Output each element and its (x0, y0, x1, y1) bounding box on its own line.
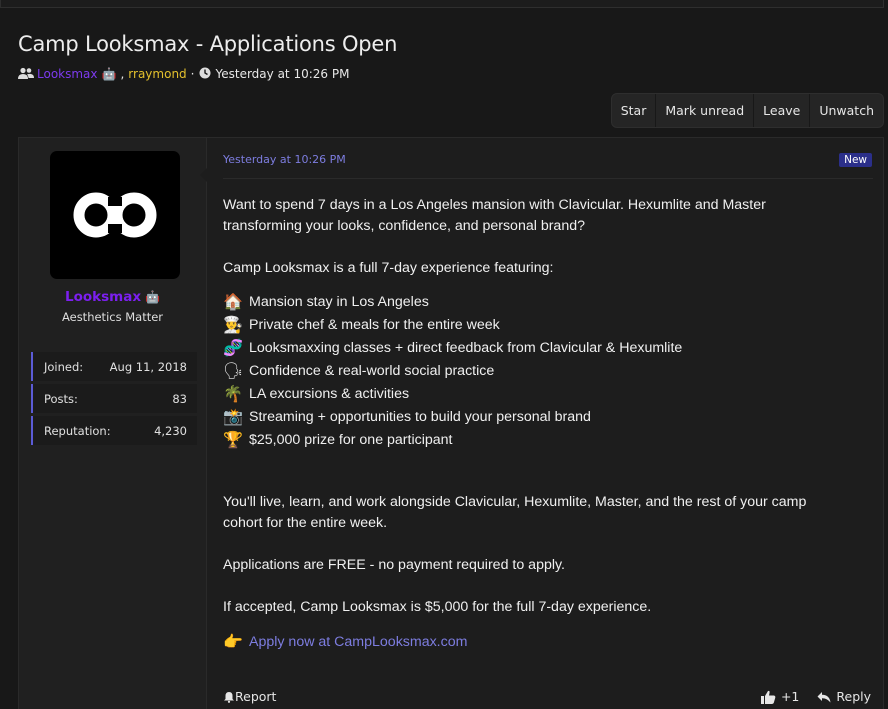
stat-label: Posts: (44, 391, 78, 406)
reply-label[interactable]: Reply (836, 689, 871, 704)
list-item: 🧬 Looksmaxxing classes + direct feedback … (223, 337, 843, 360)
robot-icon: 🤖 (101, 67, 117, 81)
report-button[interactable]: Report (223, 689, 276, 704)
list-item: 📸 Streaming + opportunities to build your… (223, 406, 843, 429)
feature-text: $25,000 prize for one participant (249, 432, 453, 448)
username[interactable]: Looksmax 🤖 (19, 289, 206, 305)
speaking-head-icon: 🗣 (223, 363, 244, 380)
like-button[interactable]: +1 (760, 689, 800, 704)
star-button[interactable]: Star (612, 94, 657, 127)
clock-icon (199, 67, 213, 81)
post-divider (223, 178, 873, 179)
meta-dot: · (190, 67, 195, 81)
stat-reputation: Reputation: 4,230 (31, 416, 197, 445)
stat-value: Aug 11, 2018 (109, 359, 187, 374)
feature-text: Mansion stay in Los Angeles (249, 294, 429, 310)
palm-tree-icon: 🌴 (223, 386, 243, 403)
mark-unread-button[interactable]: Mark unread (656, 94, 755, 127)
thread-meta: Looksmax 🤖 , rraymond · Yesterday at 10:… (18, 66, 349, 82)
bell-icon (223, 691, 235, 703)
trophy-icon: 🏆 (223, 432, 243, 449)
camera-flash-icon: 📸 (223, 409, 243, 426)
post-body: Want to spend 7 days in a Los Angeles ma… (223, 195, 843, 653)
house-icon: 🏠 (223, 294, 243, 311)
post-date[interactable]: Yesterday at 10:26 PM (223, 153, 346, 166)
stat-joined: Joined: Aug 11, 2018 (31, 352, 197, 381)
robot-icon: 🤖 (145, 290, 160, 304)
dna-icon: 🧬 (223, 340, 243, 357)
feature-text: LA excursions & activities (249, 386, 410, 402)
featuring-text: Camp Looksmax is a full 7-day experience… (223, 260, 554, 276)
feature-list: 🏠 Mansion stay in Los Angeles 👨‍🍳 Private … (223, 291, 843, 452)
list-item: 👨‍🍳 Private chef & meals for the entire w… (223, 314, 843, 337)
thread-timestamp[interactable]: Yesterday at 10:26 PM (216, 67, 350, 81)
stat-label: Reputation: (44, 423, 111, 438)
like-count: +1 (780, 689, 800, 704)
price-text: If accepted, Camp Looksmax is $5,000 for… (223, 599, 652, 615)
leave-button[interactable]: Leave (754, 94, 811, 127)
free-text: Applications are FREE - no payment requi… (223, 557, 565, 573)
post-actions: +1 Reply (760, 689, 871, 704)
report-label[interactable]: Report (235, 689, 276, 704)
thread-actions: Star Mark unread Leave Unwatch (610, 93, 884, 128)
user-sidebar: Looksmax 🤖 Aesthetics Matter Joined: Aug … (19, 138, 206, 709)
previous-panel (0, 0, 884, 8)
author-link-looksmax[interactable]: Looksmax (37, 67, 98, 81)
chef-icon: 👨‍🍳 (223, 317, 243, 334)
intro-text: Want to spend 7 days in a Los Angeles ma… (223, 197, 766, 234)
reply-icon (817, 691, 831, 702)
list-item: 🏠 Mansion stay in Los Angeles (223, 291, 843, 314)
username-text[interactable]: Looksmax (65, 289, 141, 305)
apply-link[interactable]: 👉 Apply now at CampLooksmax.com (223, 632, 843, 653)
infinity-logo-icon (73, 192, 157, 238)
feature-text: Private chef & meals for the entire week (249, 317, 500, 333)
user-title: Aesthetics Matter (61, 310, 164, 324)
list-item: 🗣 Confidence & real-world social practice (223, 360, 843, 383)
reply-button[interactable]: Reply (817, 689, 871, 704)
new-badge: New (839, 153, 872, 167)
stat-value: 83 (172, 391, 187, 406)
author-link-rraymond[interactable]: rraymond (128, 67, 186, 81)
stat-label: Joined: (44, 359, 84, 374)
author-separator: , (120, 67, 125, 81)
feature-text: Confidence & real-world social practice (249, 363, 495, 379)
list-item: 🏆 $25,000 prize for one participant (223, 429, 843, 452)
post-content: Yesterday at 10:26 PM New Want to spend … (200, 138, 883, 709)
list-item: 🌴 LA excursions & activities (223, 383, 843, 406)
pointing-hand-icon: 👉 (223, 634, 243, 651)
live-text: You'll live, learn, and work alongside C… (223, 494, 807, 531)
apply-link-text[interactable]: Apply now at CampLooksmax.com (249, 632, 467, 653)
feature-text: Looksmaxxing classes + direct feedback f… (249, 340, 683, 356)
post: Looksmax 🤖 Aesthetics Matter Joined: Aug … (18, 137, 884, 709)
stat-posts: Posts: 83 (31, 384, 197, 413)
stat-value: 4,230 (154, 423, 187, 438)
users-icon (18, 67, 34, 81)
unwatch-button[interactable]: Unwatch (810, 94, 883, 127)
feature-text: Streaming + opportunities to build your … (249, 409, 591, 425)
avatar[interactable] (50, 151, 180, 279)
thumbs-up-icon (760, 690, 776, 704)
thread-title: Camp Looksmax - Applications Open (18, 32, 398, 56)
